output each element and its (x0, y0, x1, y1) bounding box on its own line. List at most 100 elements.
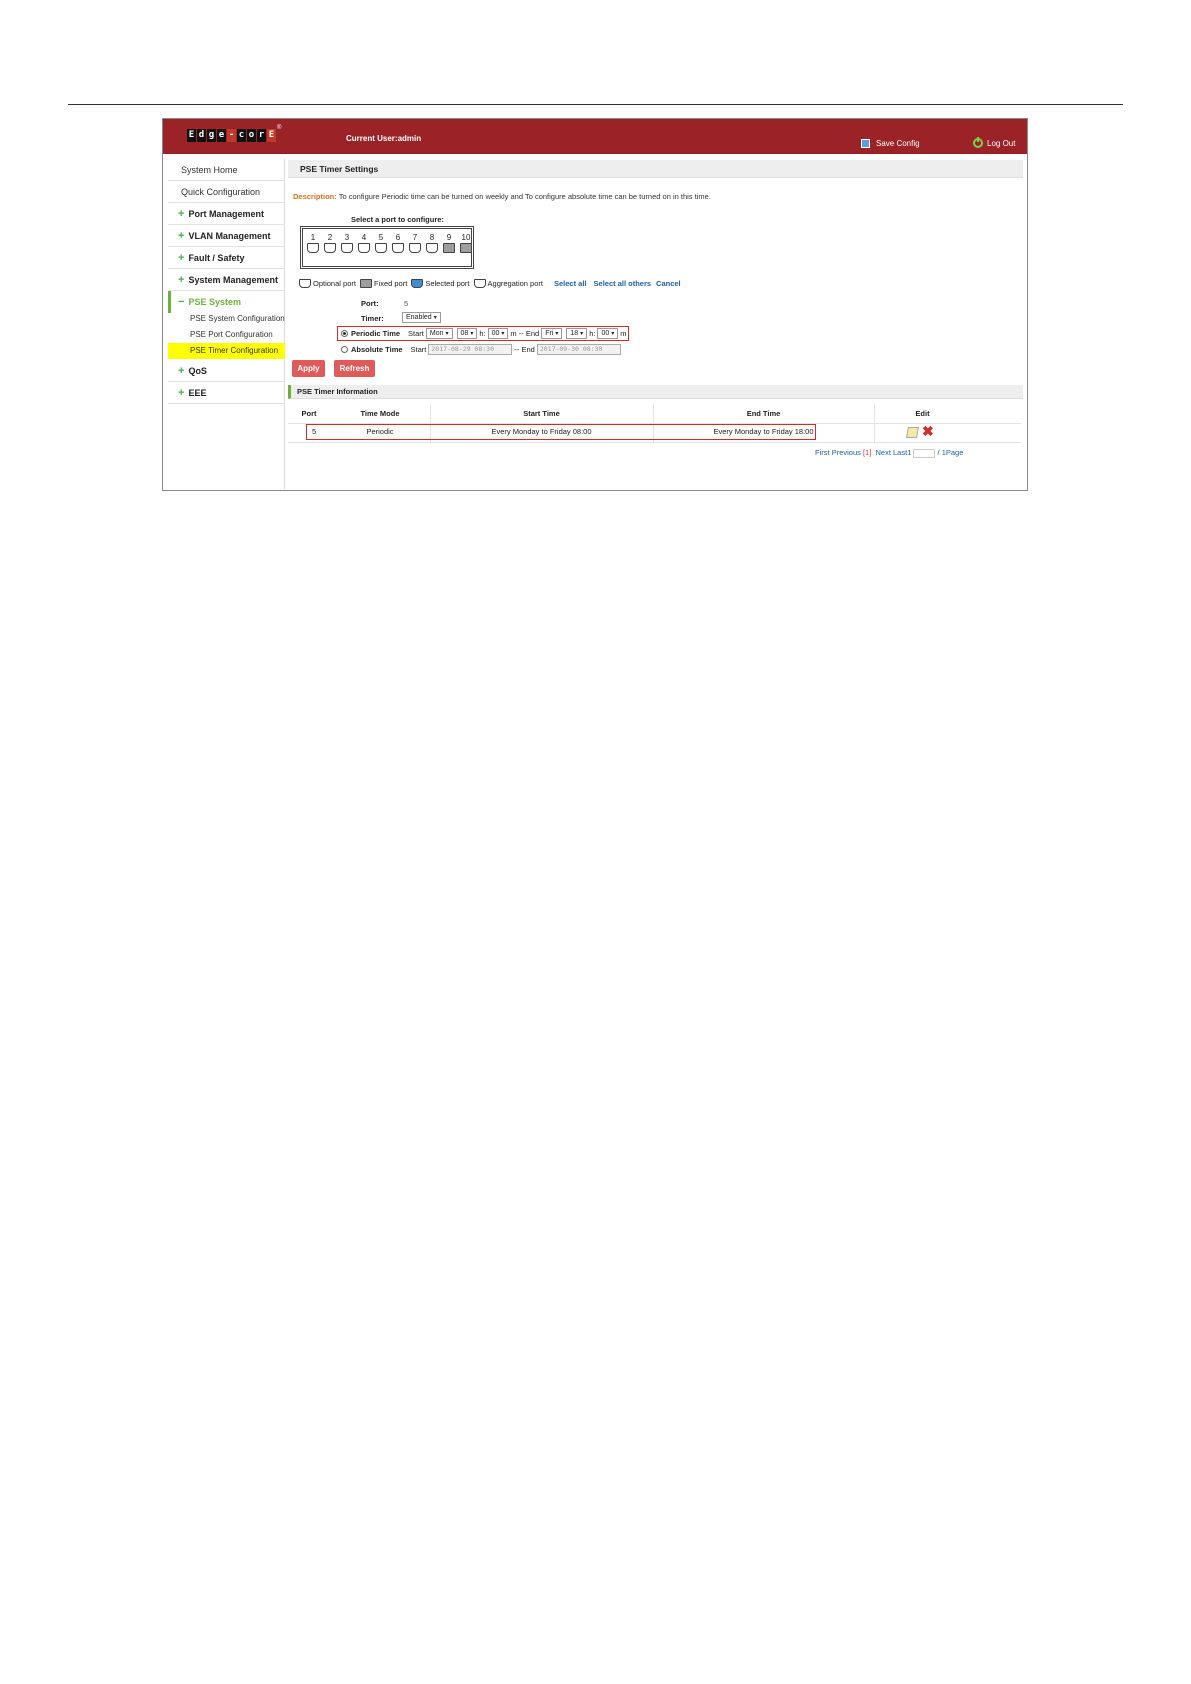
col-port: Port (301, 409, 317, 418)
port-number: 10 (461, 233, 471, 242)
port-number: 7 (412, 233, 418, 242)
sidebar-item-quick-configuration[interactable]: Quick Configuration (168, 181, 285, 203)
sidebar-subitem-label: PSE Timer Configuration (190, 346, 279, 355)
periodic-end-min-select[interactable]: 00 ▾ (597, 328, 619, 339)
sidebar-subitem-pse-timer-configuration[interactable]: PSE Timer Configuration (168, 343, 285, 359)
end-separator: -- End (514, 345, 535, 354)
apply-button[interactable]: Apply (292, 360, 325, 377)
periodic-end-day-select[interactable]: Fri ▾ (541, 328, 563, 339)
select-port-title: Select a port to configure: (351, 215, 444, 224)
absolute-end-input[interactable]: 2017-09-30 08:30 (536, 344, 621, 355)
sidebar-item-label: Port Management (188, 209, 264, 219)
port-jack-icon (341, 243, 353, 253)
sidebar-item-system-management[interactable]: + System Management (168, 269, 285, 291)
port-8[interactable]: 8 (425, 233, 439, 253)
pager-last[interactable]: Last (893, 448, 907, 457)
select-all-others-link[interactable]: Select all others (594, 279, 652, 288)
edgecore-logo: E d g e - c o r E (187, 129, 276, 142)
description-label: Description: (293, 192, 337, 201)
sidebar-item-qos[interactable]: + QoS (168, 360, 285, 382)
app-header: E d g e - c o r E ® Current User:admin S… (163, 119, 1027, 154)
logo-letter: E (187, 129, 196, 142)
pager-total: / 1Page (937, 448, 964, 457)
select-value: 08 (460, 330, 469, 337)
minute-unit: m (620, 329, 627, 338)
logo-letter: o (247, 129, 256, 142)
periodic-start-hour-select[interactable]: 08 ▾ (456, 328, 478, 339)
sidebar-item-system-home[interactable]: System Home (168, 159, 285, 181)
pager-page-value: 1 (907, 448, 912, 457)
col-edit: Edit (915, 409, 930, 418)
cancel-link[interactable]: Cancel (656, 279, 681, 288)
main-content: PSE Timer Settings Description: To confi… (288, 159, 1023, 489)
sidebar-item-label: PSE System (188, 297, 241, 307)
port-6[interactable]: 6 (391, 233, 405, 253)
logo-letter: E (267, 129, 276, 142)
sidebar-item-vlan-management[interactable]: + VLAN Management (168, 225, 285, 247)
pager-previous[interactable]: Previous (832, 448, 861, 457)
port-4[interactable]: 4 (357, 233, 371, 253)
timer-label: Timer: (361, 314, 384, 323)
plus-icon: + (178, 230, 185, 242)
chevron-down-icon: ▾ (470, 331, 474, 337)
refresh-button[interactable]: Refresh (334, 360, 375, 377)
port-5[interactable]: 5 (374, 233, 388, 253)
periodic-start-day-select[interactable]: Mon ▾ (425, 328, 453, 339)
sidebar-item-label: Fault / Safety (188, 253, 245, 263)
pagination: First Previous [1] Next Last1 / 1Page (815, 448, 963, 458)
screenshot-frame: E d g e - c o r E ® Current User:admin S… (162, 118, 1028, 491)
plus-icon: + (178, 387, 185, 399)
select-value: 00 (601, 330, 610, 337)
save-config-label: Save Config (876, 139, 920, 148)
sidebar-item-eee[interactable]: + EEE (168, 382, 285, 404)
legend-fixed: Fixed port (373, 279, 408, 288)
pager-page-input[interactable] (913, 448, 936, 458)
absolute-radio[interactable] (341, 346, 348, 353)
timer-select[interactable]: Enabled ▾ (400, 312, 443, 323)
port-jack-icon (358, 243, 370, 253)
periodic-radio[interactable] (341, 330, 348, 337)
port-jack-icon (307, 243, 319, 253)
sidebar-subitem-pse-system-configuration[interactable]: PSE System Configuration (168, 311, 285, 327)
sidebar-item-port-management[interactable]: + Port Management (168, 203, 285, 225)
sidebar-item-label: QoS (188, 366, 207, 376)
select-all-link[interactable]: Select all (554, 279, 587, 288)
pager-first[interactable]: First (815, 448, 830, 457)
sidebar-item-fault-safety[interactable]: + Fault / Safety (168, 247, 285, 269)
save-config-button[interactable]: Save Config (861, 139, 920, 148)
section-title-timer-information: PSE Timer Information (288, 385, 1023, 399)
port-7[interactable]: 7 (408, 233, 422, 253)
chevron-down-icon: ▾ (611, 331, 615, 337)
port-2[interactable]: 2 (323, 233, 337, 253)
periodic-start-min-select[interactable]: 00 ▾ (487, 328, 509, 339)
periodic-end-hour-select[interactable]: 18 ▾ (566, 328, 588, 339)
logout-button[interactable]: Log Out (973, 137, 1015, 148)
port-3[interactable]: 3 (340, 233, 354, 253)
save-icon (861, 139, 870, 148)
chevron-down-icon: ▾ (433, 315, 437, 321)
logo-letter: e (217, 129, 226, 142)
port-legend: Optional port Fixed port Selected port A… (299, 279, 681, 288)
sidebar-item-pse-system[interactable]: − PSE System (168, 291, 285, 313)
periodic-label: Periodic Time (351, 329, 401, 338)
edit-icon[interactable] (906, 427, 919, 438)
port-panel: 1 2 3 4 5 6 7 8 9 10 (300, 226, 474, 269)
delete-icon[interactable]: ✖ (922, 422, 934, 440)
sidebar-item-label: Quick Configuration (181, 187, 261, 197)
port-9[interactable]: 9 (442, 233, 456, 253)
port-10[interactable]: 10 (459, 233, 473, 253)
port-number: 6 (395, 233, 401, 242)
port-number: 4 (361, 233, 367, 242)
selected-port-icon (411, 279, 424, 288)
legend-aggregation: Aggregation port (487, 279, 543, 288)
select-value: 00 (491, 330, 500, 337)
sidebar-subitem-pse-port-configuration[interactable]: PSE Port Configuration (168, 327, 285, 343)
col-end-time: End Time (746, 409, 781, 418)
port-1[interactable]: 1 (306, 233, 320, 253)
absolute-start-input[interactable]: 2017-08-29 08:30 (428, 344, 513, 355)
timer-dropdown[interactable]: Enabled ▾ (402, 312, 441, 323)
registered-mark: ® (277, 125, 282, 131)
chevron-down-icon: ▾ (501, 331, 505, 337)
port-jack-icon (409, 243, 421, 253)
pager-next[interactable]: Next (875, 448, 890, 457)
